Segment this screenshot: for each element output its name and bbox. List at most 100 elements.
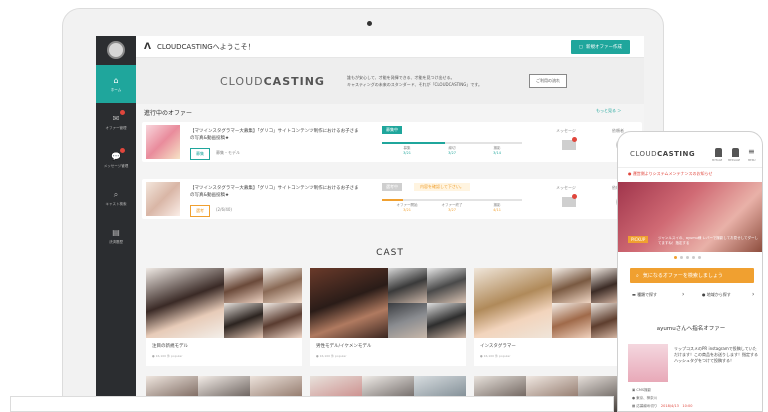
offer-progress bbox=[382, 199, 522, 201]
hero-banner: CLOUDCASTING 誰もが安心して、才能を発揮できる、才能を見つけ出せる。… bbox=[136, 58, 644, 104]
nominated-offers-title: ayumuさんへ指名オファー bbox=[656, 326, 726, 332]
search-icon: ⌕ bbox=[113, 189, 119, 199]
sidebar: ⌂ ホーム ✉ オファー管理 💬 メッセージ管理 ⌕ キャスト検索 ▤ 決済履歴 bbox=[96, 36, 136, 412]
offer-title: 【マツインスタグラマー大募集】「グリコ」サイトコンテンツ制作におけるお子さまの写… bbox=[190, 186, 359, 198]
cast-card-name: 男性モデル/イケメンモデル bbox=[316, 344, 372, 349]
cast-title: CAST bbox=[376, 248, 404, 258]
sidebar-item-label: キャスト検索 bbox=[105, 201, 127, 206]
mobile-logo: CLOUDCASTING bbox=[630, 150, 696, 158]
notification-dot bbox=[120, 148, 125, 153]
progress-step: 募集 3/21 bbox=[403, 146, 411, 155]
progress-fill bbox=[382, 142, 445, 144]
offer-thumbnail[interactable] bbox=[628, 344, 668, 382]
cast-card-sub: ● 16,100 件 popular bbox=[152, 354, 183, 358]
cast-photos bbox=[474, 268, 630, 338]
cast-photos bbox=[310, 268, 466, 338]
message-icon[interactable] bbox=[732, 148, 739, 157]
message-label: メッセージ bbox=[556, 128, 576, 133]
banner-logo: CLOUDCASTING bbox=[220, 74, 325, 88]
search-icon: ⌕ bbox=[636, 272, 639, 279]
offer-description: リップコスメのPR instagramで投稿していただけます！この商品をお送りし… bbox=[674, 346, 758, 363]
message-label: MESSAGE bbox=[728, 159, 741, 162]
mobile-screen: CLOUDCASTING MYPAGE MESSAGE ≡ MENU ● 運営側… bbox=[617, 131, 763, 412]
offer-title: 【マツインスタグラマー大募集】「グリコ」サイトコンテンツ制作におけるお子さまの写… bbox=[190, 129, 359, 141]
new-offer-button[interactable]: ▢ 新規オファー作成 bbox=[570, 40, 630, 54]
area-filter[interactable]: ● 地域から探す bbox=[702, 292, 731, 298]
pickup-badge: PICKUP bbox=[628, 236, 649, 243]
progress-step: オファー終了 3/27 bbox=[441, 203, 463, 212]
offer-search-label: 気になるオファーを検索しましょう bbox=[642, 273, 723, 279]
chevron-right-icon: › bbox=[752, 291, 755, 298]
document-icon: ▢ bbox=[578, 44, 583, 50]
sidebar-item-cast-search[interactable]: ⌕ キャスト検索 bbox=[96, 179, 136, 217]
sidebar-item-label: 決済履歴 bbox=[109, 239, 123, 244]
notification-dot bbox=[572, 194, 577, 199]
sidebar-item-messages[interactable]: 💬 メッセージ管理 bbox=[96, 141, 136, 179]
offer-search-button[interactable]: ⌕ 気になるオファーを検索しましょう bbox=[630, 268, 754, 283]
offer-progress bbox=[382, 142, 522, 144]
status-badge: 募集中 bbox=[382, 126, 402, 134]
offer-place: ● 東京、神奈川 bbox=[632, 396, 658, 400]
cast-card[interactable]: 男性モデル/イケメンモデル ● 16,100 件 popular bbox=[310, 268, 466, 366]
offer-icon: ✉ bbox=[112, 113, 120, 123]
notification-dot bbox=[572, 137, 577, 142]
offer-deadline: ▦ 応募締め切り 2018/4/13 10:00 bbox=[632, 404, 693, 408]
progress-step: オファー開始 3/21 bbox=[396, 203, 418, 212]
sidebar-item-payments[interactable]: ▤ 決済履歴 bbox=[96, 217, 136, 255]
avatar[interactable] bbox=[107, 41, 125, 59]
progress-step: 撮影 4/11 bbox=[493, 203, 501, 212]
progress-step: 撮影 3/14 bbox=[493, 146, 501, 155]
message-icon: 💬 bbox=[111, 151, 121, 161]
chevron-right-icon: › bbox=[682, 291, 685, 298]
progress-step: 締切 3/27 bbox=[448, 146, 456, 155]
notification-dot bbox=[120, 110, 125, 115]
desktop-screen: ⌂ ホーム ✉ オファー管理 💬 メッセージ管理 ⌕ キャスト検索 ▤ 決済履歴… bbox=[96, 36, 644, 412]
camera-dot bbox=[367, 21, 372, 26]
sidebar-item-label: メッセージ管理 bbox=[103, 163, 129, 168]
cast-card-name: インスタグラマー bbox=[480, 344, 516, 349]
usage-flow-button[interactable]: ご利用の流れ bbox=[528, 74, 567, 88]
sidebar-item-home[interactable]: ⌂ ホーム bbox=[96, 65, 136, 103]
carousel-dots[interactable] bbox=[674, 256, 701, 259]
message-label: メッセージ bbox=[556, 185, 576, 190]
sidebar-item-label: ホーム bbox=[110, 87, 122, 92]
see-more-link[interactable]: もっと見る ＞ bbox=[596, 108, 621, 114]
pickup-caption: ジャンルスイの、ayumu様 レバーで撮影してお見せしてダーしてますね！指定する bbox=[658, 236, 758, 245]
offer-tag-sub: (2/6/40) bbox=[216, 207, 232, 212]
sidebar-item-label: オファー管理 bbox=[105, 125, 127, 130]
menu-label: MENU bbox=[748, 159, 756, 162]
cast-card-sub: ● 16,100 件 popular bbox=[480, 354, 511, 358]
logo-icon: Λ bbox=[144, 41, 151, 52]
offer-thumbnail bbox=[146, 182, 180, 216]
mypage-label: MYPAGE bbox=[712, 159, 723, 162]
payment-icon: ▤ bbox=[112, 227, 120, 237]
laptop-base bbox=[10, 396, 614, 412]
offer-tag: 募集 bbox=[190, 148, 210, 160]
new-offer-label: 新規オファー作成 bbox=[586, 45, 622, 50]
cast-section: CAST 注目の新規モデル ● 16,100 件 popular 男性モデル/イ… bbox=[136, 238, 644, 412]
mypage-icon[interactable] bbox=[715, 148, 722, 157]
cast-photos bbox=[146, 268, 302, 338]
offers-section-title: 進行中のオファー bbox=[144, 110, 193, 117]
banner-text: 誰もが安心して、才能を発揮できる、才能を見つけ出せる。 キャスティングの未来のス… bbox=[346, 75, 482, 87]
status-badge: 選考中 bbox=[382, 183, 402, 191]
offer-card[interactable]: 【マツインスタグラマー大募集】「グリコ」サイトコンテンツ制作におけるお子さまの写… bbox=[142, 179, 642, 219]
menu-icon[interactable]: ≡ bbox=[748, 148, 756, 156]
offer-tag: 選考 bbox=[190, 205, 210, 217]
offer-card[interactable]: 【マツインスタグラマー大募集】「グリコ」サイトコンテンツ制作におけるお子さまの写… bbox=[142, 122, 642, 162]
offer-tag-sub: 募集・モデル bbox=[216, 150, 240, 155]
offer-thumbnail bbox=[146, 125, 180, 159]
mobile-header: CLOUDCASTING MYPAGE MESSAGE ≡ MENU bbox=[618, 132, 762, 168]
offer-category: ▣ CMS撮影 bbox=[632, 388, 652, 392]
cast-card-sub: ● 16,100 件 popular bbox=[316, 354, 347, 358]
cast-card-name: 注目の新規モデル bbox=[152, 344, 188, 349]
home-icon: ⌂ bbox=[113, 75, 119, 85]
maintenance-notice[interactable]: ● 運営側よりシステムメンテナンスのお知らせ bbox=[628, 171, 712, 177]
cast-card[interactable]: 注目の新規モデル ● 16,100 件 popular bbox=[146, 268, 302, 366]
progress-fill bbox=[382, 199, 403, 201]
status-message: 内容を確認して下さい。 bbox=[414, 183, 470, 191]
top-bar: Λ CLOUDCASTINGへようこそ！ ▢ 新規オファー作成 bbox=[136, 36, 644, 58]
genre-filter[interactable]: ▬ 種類で探す bbox=[632, 292, 657, 298]
cast-card[interactable]: インスタグラマー ● 16,100 件 popular bbox=[474, 268, 630, 366]
sidebar-item-offers[interactable]: ✉ オファー管理 bbox=[96, 103, 136, 141]
